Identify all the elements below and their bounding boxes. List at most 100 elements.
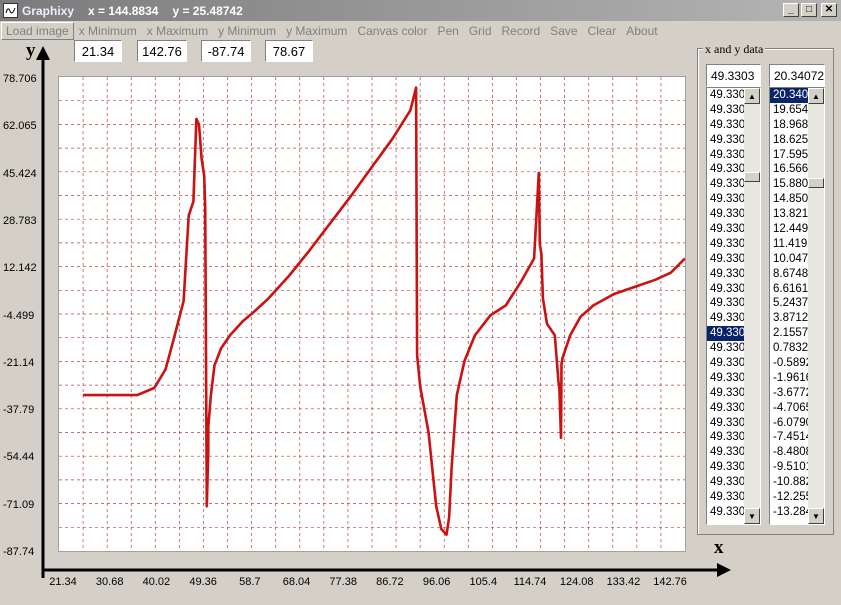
x-list-item[interactable]: 49.3303 [707, 222, 744, 237]
x-list-item[interactable]: 49.3303 [707, 267, 744, 282]
y-list-item[interactable]: 0.78322 [770, 341, 808, 356]
y-list-item[interactable]: 17.5956 [770, 148, 808, 163]
x-list-item[interactable]: 49.3303 [707, 192, 744, 207]
x-list-item[interactable]: 49.3303 [707, 460, 744, 475]
x-list-item[interactable]: 49.3303 [707, 282, 744, 297]
scroll-up-arrow-icon[interactable]: ▲ [808, 88, 824, 104]
x-list-item[interactable]: 49.3303 [707, 356, 744, 371]
y-list-item[interactable]: -8.4808 [770, 445, 808, 460]
y-tick-label: -71.09 [3, 498, 35, 511]
x-list-item[interactable]: 49.3303 [707, 237, 744, 252]
y-list-item[interactable]: 5.24372 [770, 296, 808, 311]
x-axis-name: x [714, 537, 724, 558]
x-list-item[interactable]: 49.3303 [707, 445, 744, 460]
x-tick-label: 96.06 [422, 576, 451, 588]
x-tick-label: 77.38 [329, 576, 357, 588]
y-list-item[interactable]: -7.4514 [770, 430, 808, 445]
y-tick-label: 78.706 [3, 73, 37, 85]
x-value-entry[interactable]: 49.3303 [706, 64, 761, 87]
x-list-item[interactable]: 49.3303 [707, 252, 744, 267]
x-list-item[interactable]: 49.3303 [707, 133, 744, 148]
x-tick-label: 124.08 [559, 576, 594, 588]
y-tick-label: -37.79 [3, 404, 35, 417]
y-list-item[interactable]: 11.4197 [770, 237, 808, 252]
y-list-item[interactable]: 15.8802 [770, 177, 808, 192]
x-list-scrollbar[interactable]: ▲ ▼ [744, 88, 760, 524]
x-list-item[interactable]: 49.3303 [707, 162, 744, 177]
y-list-item[interactable]: -10.882 [770, 475, 808, 490]
app-window: Graphixy x = 144.8834 y = 25.48742 _ □ ✕… [0, 0, 841, 605]
x-tick-label: 86.72 [376, 576, 404, 588]
x-list-item[interactable]: 49.3303 [707, 401, 744, 416]
x-tick-label: 58.7 [239, 576, 261, 588]
x-tick-label: 21.34 [49, 576, 77, 588]
y-tick-label: 45.424 [3, 167, 37, 180]
y-list-item[interactable]: 14.8509 [770, 192, 808, 207]
x-list-item[interactable]: 49.3303 [707, 296, 744, 311]
x-list-item[interactable]: 49.3303 [707, 386, 744, 401]
x-list-item[interactable]: 49.3303 [707, 416, 744, 431]
y-tick-label: 28.783 [3, 214, 37, 227]
x-values-list[interactable]: 49.330349.330349.330349.330349.330349.33… [706, 87, 761, 525]
y-list-item[interactable]: -3.6772 [770, 386, 808, 401]
x-list-item[interactable]: 49.3303 [707, 490, 744, 505]
x-tick-label: 133.42 [606, 576, 641, 588]
x-list-item[interactable]: 49.3303 [707, 88, 744, 103]
x-list-item[interactable]: 49.3303 [707, 207, 744, 222]
data-curve [83, 86, 685, 536]
x-list-item[interactable]: 49.3303 [707, 341, 744, 356]
y-list-item[interactable]: -6.0790 [770, 416, 808, 431]
x-tick-label: 49.36 [189, 576, 217, 588]
y-axis-name: y [26, 40, 36, 61]
x-list-item[interactable]: 49.3303 [707, 148, 744, 163]
grid-lines [59, 77, 685, 551]
y-list-item[interactable]: 2.15570 [770, 326, 808, 341]
scroll-down-arrow-icon[interactable]: ▼ [744, 508, 760, 524]
y-list-item[interactable]: 18.9682 [770, 118, 808, 133]
x-list-item[interactable]: 49.3303 [707, 326, 744, 342]
chart-plot [59, 77, 685, 551]
xy-data-title: x and y data [703, 42, 766, 57]
y-tick-label: -4.499 [3, 309, 35, 322]
y-list-item[interactable]: 3.87127 [770, 311, 808, 326]
y-values-list[interactable]: 20.340719.654418.968218.62517.595616.566… [769, 87, 825, 525]
y-list-item[interactable]: 19.6544 [770, 103, 808, 118]
y-list-item[interactable]: -13.284 [770, 505, 808, 520]
y-list-item[interactable]: 20.3407 [770, 88, 808, 103]
x-list-item[interactable]: 49.3303 [707, 475, 744, 490]
y-list-item[interactable]: 16.5664 [770, 162, 808, 177]
x-tick-label: 40.02 [142, 576, 171, 588]
y-tick-label: -87.74 [3, 546, 35, 558]
plot-canvas[interactable] [58, 76, 686, 552]
x-tick-label: 105.4 [469, 576, 498, 588]
y-list-item[interactable]: 18.625 [770, 133, 808, 148]
y-list-item[interactable]: -0.5892 [770, 356, 808, 371]
x-list-item[interactable]: 49.3303 [707, 103, 744, 118]
y-list-item[interactable]: 10.0473 [770, 252, 808, 267]
scroll-up-arrow-icon[interactable]: ▲ [744, 88, 760, 104]
x-list-item[interactable]: 49.3303 [707, 505, 744, 520]
y-list-scrollbar[interactable]: ▲ ▼ [808, 88, 824, 524]
y-list-item[interactable]: -12.255 [770, 490, 808, 505]
x-tick-label: 142.76 [653, 576, 687, 588]
y-list-item[interactable]: 8.67486 [770, 267, 808, 282]
y-list-item[interactable]: 13.8215 [770, 207, 808, 222]
x-list-item[interactable]: 49.3303 [707, 177, 744, 192]
y-list-item[interactable]: 6.61618 [770, 282, 808, 297]
y-list-item[interactable]: -9.5101 [770, 460, 808, 475]
y-list-item[interactable]: -1.9616 [770, 371, 808, 386]
x-list-item[interactable]: 49.3303 [707, 371, 744, 386]
scroll-down-arrow-icon[interactable]: ▼ [808, 508, 824, 524]
y-tick-label: 12.142 [3, 262, 37, 275]
x-tick-label: 114.74 [513, 576, 547, 588]
scroll-thumb[interactable] [744, 172, 760, 182]
y-value-entry[interactable]: 20.34072 [769, 64, 825, 87]
x-list-item[interactable]: 49.3303 [707, 118, 744, 133]
x-tick-label: 30.68 [95, 576, 124, 588]
y-tick-label: -21.14 [3, 356, 35, 369]
x-list-item[interactable]: 49.3303 [707, 311, 744, 326]
y-list-item[interactable]: -4.7065 [770, 401, 808, 416]
x-list-item[interactable]: 49.3303 [707, 430, 744, 445]
y-list-item[interactable]: 12.4491 [770, 222, 808, 237]
scroll-thumb[interactable] [808, 178, 824, 188]
